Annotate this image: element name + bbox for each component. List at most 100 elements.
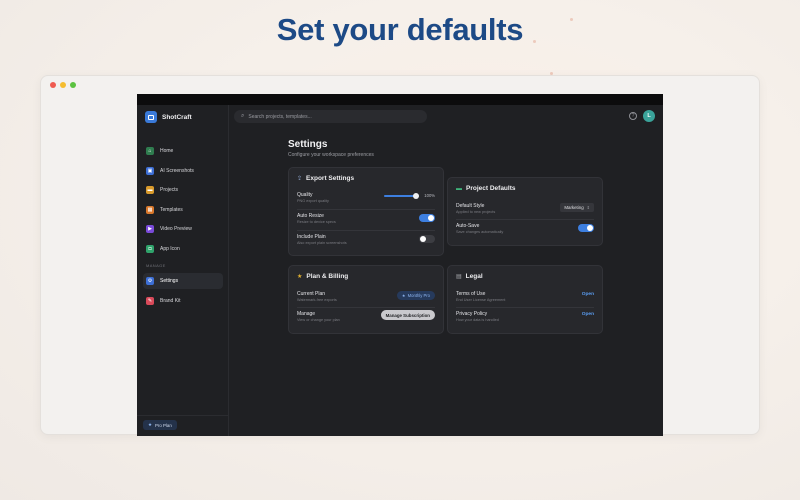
divider [297,209,435,210]
brand[interactable]: ShotCraft [145,111,192,123]
search-input[interactable] [248,113,419,120]
zoom-window-button[interactable] [70,82,76,88]
sidebar-item-label: AI Screenshots [160,167,194,174]
select-value: Marketing [564,205,584,210]
row-description: PNG export quality [297,199,329,203]
star-icon: ★ [297,274,303,280]
card-title: Plan & Billing [306,273,349,280]
open-terms-link[interactable]: Open [582,292,594,297]
card-header: ★ Plan & Billing [297,273,348,280]
question-circle-icon[interactable]: ? [629,112,637,120]
quality-value: 100% [424,193,435,198]
close-window-button[interactable] [50,82,56,88]
row-description: Watermark-free exports [297,298,337,302]
card-header: ⇪ Export Settings [297,175,354,182]
sidebar-item-projects[interactable]: ▬ Projects [143,182,223,198]
export-settings-card: ⇪ Export Settings Quality PNG export qua… [288,167,444,256]
sidebar-nav: ⌂ Home ▣ AI Screenshots ▬ Projects ▦ Tem… [143,143,223,312]
row-description: Resize to device specs [297,220,336,224]
grid-icon: ▦ [146,205,154,214]
sidebar-item-label: Home [160,148,174,154]
gear-icon: ⚙ [146,276,154,285]
app-window: ShotCraft ⌂ Home ▣ AI Screenshots ▬ Proj… [137,94,663,436]
search-bar[interactable]: ⌕ [234,110,427,123]
minimize-window-button[interactable] [60,82,66,88]
folder-icon: ▬ [146,186,154,195]
star-icon: ★ [148,422,152,427]
sidebar-item-settings[interactable]: ⚙ Settings [143,272,223,289]
row-label: Auto Resize [297,213,324,219]
default-style-row: Default Style Applied to new projects Ma… [456,203,594,223]
card-title: Legal [465,273,483,280]
row-label: Terms of Use [456,291,486,297]
row-label: Privacy Policy [456,311,488,317]
sidebar-item-label: Templates [160,206,183,213]
row-description: End User License Agreement [456,298,506,302]
pro-plan-badge[interactable]: ★ Pro Plan [143,420,177,430]
plan-badge: ★ Monthly Pro [396,291,435,300]
auto-save-toggle[interactable] [578,224,594,232]
headline: Set your defaults [276,12,524,47]
privacy-row: Privacy Policy How your data is handled … [456,311,594,331]
row-label: Auto-Save [456,223,480,229]
page-title: Settings [288,139,328,150]
manage-subscription-button[interactable]: Manage Subscription [380,310,435,320]
open-privacy-link[interactable]: Open [582,312,594,317]
toggle-knob [420,236,426,242]
image-icon: ▣ [146,166,154,175]
divider [297,307,435,308]
decor-dot [533,40,536,43]
default-style-select[interactable]: Marketing ⇕ [560,203,594,212]
include-plain-toggle[interactable] [419,235,435,243]
current-plan-row: Current Plan Watermark-free exports ★ Mo… [297,291,435,311]
app-top-strip [137,94,663,105]
sidebar-item-brand-kit[interactable]: ✎ Brand Kit [143,293,223,309]
row-label: Manage [297,311,316,317]
toggle-knob [587,225,593,231]
sidebar-item-app-icon[interactable]: ◘ App Icon [143,241,223,257]
divider [297,230,435,231]
chevron-updown-icon: ⇕ [586,205,590,210]
star-icon: ★ [401,293,406,298]
plan-billing-card: ★ Plan & Billing Current Plan Watermark-… [288,265,444,334]
auto-save-row: Auto-Save Save changes automatically [456,223,594,243]
terms-row: Terms of Use End User License Agreement … [456,291,594,311]
sidebar-item-label: Projects [160,187,179,194]
sidebar-item-label: Video Preview [160,226,192,233]
row-description: Applied to new projects [456,210,496,214]
document-icon: ▤ [456,274,462,280]
row-description: Also export plain screenshots [297,241,347,245]
auto-resize-toggle[interactable] [419,214,435,222]
row-label: Include Plain [297,234,326,240]
project-defaults-card: ▬ Project Defaults Default Style Applied… [447,177,603,246]
sidebar-item-video-preview[interactable]: ▶ Video Preview [143,221,223,237]
slider-handle[interactable] [413,193,419,199]
row-label: Current Plan [297,291,326,297]
sidebar: ShotCraft ⌂ Home ▣ AI Screenshots ▬ Proj… [137,105,229,436]
sidebar-item-label: Brand Kit [160,297,181,304]
divider [456,219,594,220]
card-header: ▤ Legal [456,273,483,280]
row-description: How your data is handled [456,318,499,322]
pro-plan-label: Pro Plan [154,422,172,428]
sidebar-section-label: MANAGE [146,262,166,268]
manage-row: Manage View or change your plan Manage S… [297,310,435,331]
include-plain-row: Include Plain Also export plain screensh… [297,234,435,254]
row-label: Quality [297,192,313,198]
row-description: View or change your plan [297,318,340,322]
sidebar-item-label: App Icon [160,245,180,252]
brush-icon: ✎ [146,296,154,305]
card-title: Export Settings [306,175,355,182]
quality-slider[interactable] [384,193,419,199]
avatar[interactable]: L [643,110,655,122]
toggle-knob [428,215,434,221]
video-icon: ▶ [146,225,154,234]
sidebar-item-templates[interactable]: ▦ Templates [143,202,223,218]
legal-card: ▤ Legal Terms of Use End User License Ag… [447,265,603,334]
divider [456,307,594,308]
card-header: ▬ Project Defaults [456,185,516,192]
sidebar-divider [137,415,229,416]
sidebar-item-home[interactable]: ⌂ Home [143,143,223,159]
plan-badge-label: Monthly Pro [407,293,430,298]
sidebar-item-ai-screenshots[interactable]: ▣ AI Screenshots [143,163,223,179]
